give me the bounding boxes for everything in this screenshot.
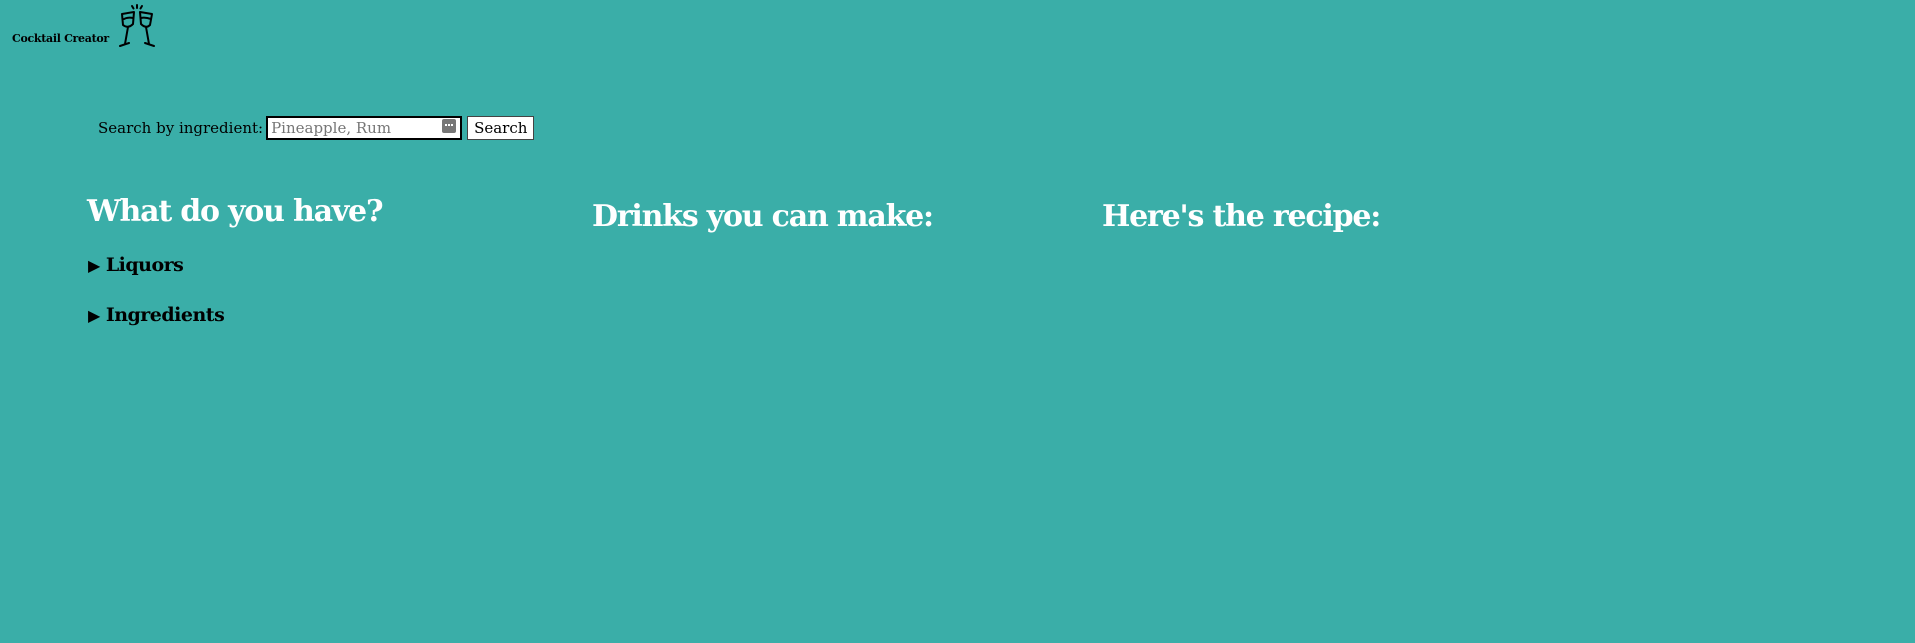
ingredients-toggle[interactable]: ▶ Ingredients [88,304,225,326]
cheers-glasses-icon [118,4,155,47]
liquors-label: Liquors [105,254,184,276]
disclosure-triangle-icon: ▶ [88,305,100,325]
search-bar: Search by ingredient: Search [98,116,535,140]
liquors-toggle[interactable]: ▶ Liquors [88,254,184,276]
ingredients-label: Ingredients [105,304,225,326]
search-input[interactable] [266,116,463,140]
search-field [266,116,463,140]
logo-text: Cocktail Creator [12,31,109,45]
app-logo[interactable]: Cocktail Creator [12,4,165,52]
have-heading: What do you have? [87,194,384,229]
search-button[interactable]: Search [467,116,535,140]
disclosure-triangle-icon: ▶ [88,255,100,275]
drinks-heading: Drinks you can make: [592,199,934,234]
search-label: Search by ingredient: [98,119,264,137]
autofill-icon[interactable] [442,119,457,133]
recipe-heading: Here's the recipe: [1102,199,1381,234]
